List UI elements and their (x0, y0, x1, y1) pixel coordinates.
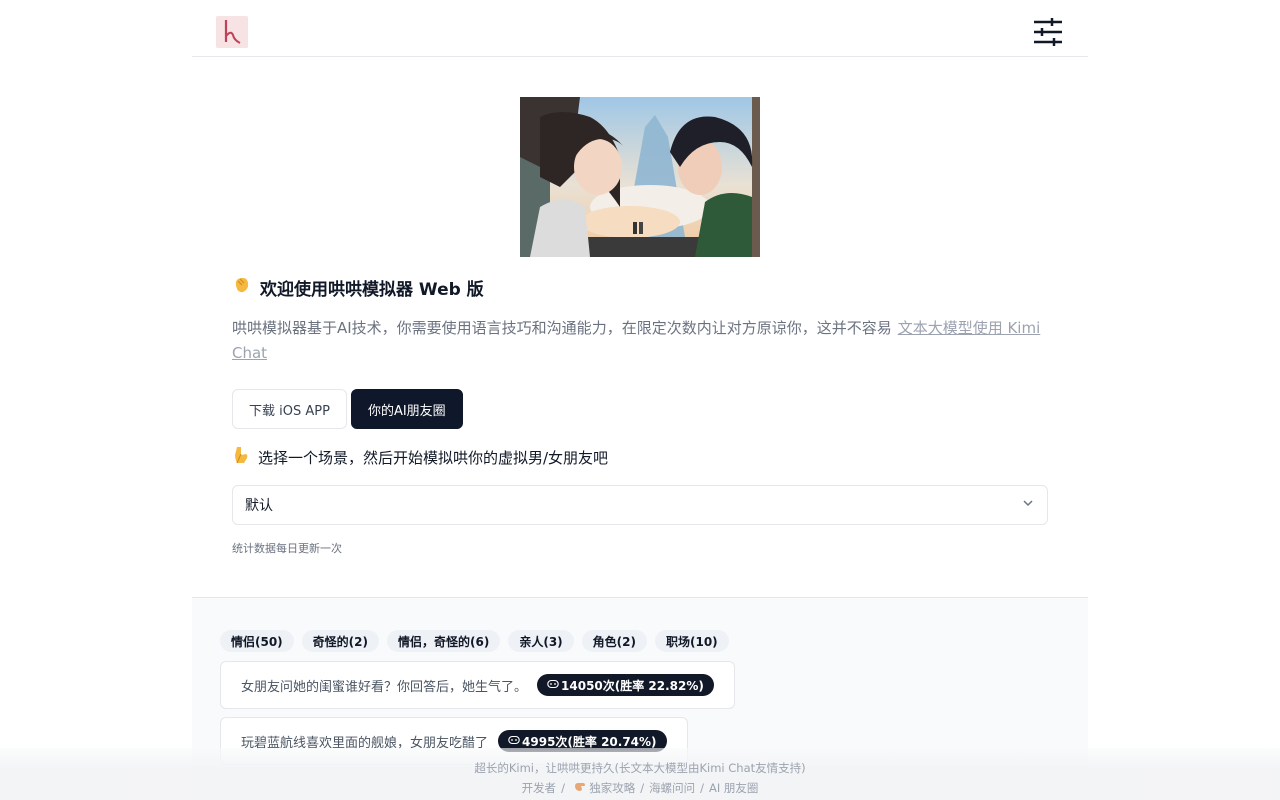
top-header (192, 0, 1088, 57)
footer-guide-link[interactable]: 独家攻略 (589, 781, 635, 795)
footer-separator: / (561, 781, 565, 795)
pointing-hand-icon (570, 781, 589, 795)
footer-developer-link[interactable]: 开发者 (522, 781, 557, 795)
scene-select-dropdown[interactable]: 默认 (232, 485, 1048, 525)
footer-ai-moments-link[interactable]: AI 朋友圈 (709, 781, 758, 795)
category-chip-couples[interactable]: 情侣(50) (220, 630, 294, 652)
scene-stats-text: 4995次(胜率 20.74%) (522, 734, 657, 749)
gamepad-icon (547, 678, 559, 692)
ai-moments-button[interactable]: 你的AI朋友圈 (350, 389, 463, 429)
category-chip-weird[interactable]: 奇怪的(2) (301, 630, 379, 652)
category-chip-family[interactable]: 亲人(3) (508, 630, 574, 652)
scene-card[interactable]: 女朋友问她的闺蜜谁好看？你回答后，她生气了。 14050次(胜率 22.82%) (220, 661, 735, 709)
settings-sliders-button[interactable] (1032, 16, 1064, 48)
choose-scene-prompt: 选择一个场景，然后开始模拟哄你的虚拟男/女朋友吧 (232, 446, 608, 468)
footer-separator: / (700, 781, 704, 795)
category-chip-roles[interactable]: 角色(2) (581, 630, 647, 652)
scene-stats-text: 14050次(胜率 22.82%) (561, 678, 704, 693)
welcome-title: 欢迎使用哄哄模拟器 Web 版 (260, 279, 484, 300)
intro-description: 哄哄模拟器基于AI技术，你需要使用语言技巧和沟通能力，在限定次数内让对方原谅你，… (232, 316, 1048, 366)
hand-clap-icon (232, 275, 252, 300)
scene-description: 女朋友问她的闺蜜谁好看？你回答后，她生气了。 (241, 679, 528, 695)
action-buttons: 下载 iOS APP 你的AI朋友圈 (232, 389, 463, 429)
select-value: 默认 (245, 498, 273, 514)
footer-separator: / (640, 781, 645, 795)
download-ios-app-button[interactable]: 下载 iOS APP (232, 389, 347, 429)
category-chips: 情侣(50) 奇怪的(2) 情侣，奇怪的(6) 亲人(3) 角色(2) 职场(1… (220, 630, 729, 652)
sliders-icon (1034, 18, 1062, 46)
welcome-heading: 欢迎使用哄哄模拟器 Web 版 (232, 274, 484, 300)
stats-update-note: 统计数据每日更新一次 (232, 542, 342, 555)
footer-hailuo-link[interactable]: 海螺问问 (649, 781, 695, 795)
category-chip-couples-weird[interactable]: 情侣，奇怪的(6) (387, 630, 501, 652)
pointing-down-hand-icon (232, 445, 250, 469)
hero-anime-illustration (520, 97, 760, 257)
category-chip-workplace[interactable]: 职场(10) (654, 630, 729, 652)
app-logo[interactable] (216, 16, 248, 48)
intro-text: 哄哄模拟器基于AI技术，你需要使用语言技巧和沟通能力，在限定次数内让对方原谅你，… (232, 319, 892, 337)
footer-kimi-credit: 超长的Kimi，让哄哄更持久(长文本大模型由Kimi Chat友情支持) (474, 761, 806, 775)
logo-icon (216, 16, 248, 48)
page-footer: 超长的Kimi，让哄哄更持久(长文本大模型由Kimi Chat友情支持) 开发者… (0, 748, 1280, 800)
chevron-down-icon (1021, 496, 1035, 514)
choose-prompt-text: 选择一个场景，然后开始模拟哄你的虚拟男/女朋友吧 (258, 448, 609, 467)
gamepad-icon (508, 734, 520, 748)
scene-stats-badge: 14050次(胜率 22.82%) (537, 674, 714, 696)
footer-links: 开发者 / 独家攻略 / 海螺问问 / AI 朋友圈 (0, 780, 1280, 796)
